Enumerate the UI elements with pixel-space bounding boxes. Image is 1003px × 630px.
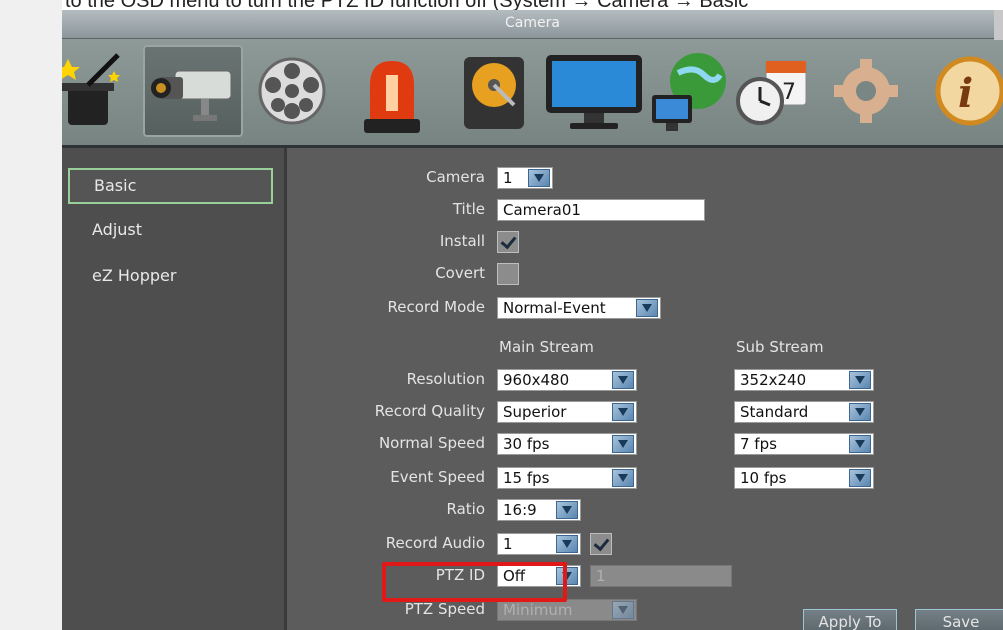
alarm-light-icon[interactable] [350, 45, 434, 137]
resolution-main-value: 960x480 [503, 371, 570, 389]
record-audio-value: 1 [503, 535, 513, 553]
record-audio-checkbox[interactable] [590, 533, 612, 555]
event-speed-main-value: 15 fps [503, 469, 550, 487]
normal-speed-label: Normal Speed [378, 434, 485, 452]
camera-window: Camera 7 i Basic Adjust eZ Hopper Camera… [62, 10, 1003, 630]
chevron-down-icon [849, 469, 871, 487]
main-stream-header: Main Stream [499, 338, 594, 356]
normal-speed-sub-value: 7 fps [740, 435, 777, 453]
record-audio-select[interactable]: 1 [497, 533, 581, 555]
title-input-value: Camera01 [503, 201, 581, 219]
window-title: Camera [505, 15, 560, 31]
title-input[interactable]: Camera01 [497, 199, 705, 221]
chevron-down-icon [612, 403, 634, 421]
ptz-id-number-input: 1 [590, 565, 732, 587]
record-quality-label: Record Quality [374, 402, 485, 420]
apply-to-button[interactable]: Apply To [803, 609, 897, 630]
chevron-down-icon [612, 469, 634, 487]
covert-label: Covert [435, 264, 485, 282]
chevron-down-icon [849, 403, 871, 421]
svg-text:7: 7 [782, 80, 796, 105]
record-mode-value: Normal-Event [503, 299, 606, 317]
normal-speed-main-select[interactable]: 30 fps [497, 433, 637, 455]
ptz-speed-select: Minimum [497, 599, 637, 621]
sidebar-item-basic[interactable]: Basic [68, 168, 273, 204]
title-label: Title [452, 200, 485, 218]
gear-icon[interactable] [824, 45, 908, 137]
hard-disk-icon[interactable] [452, 45, 536, 137]
resolution-sub-select[interactable]: 352x240 [734, 369, 874, 391]
sub-stream-header: Sub Stream [736, 338, 824, 356]
event-speed-sub-value: 10 fps [740, 469, 787, 487]
info-icon[interactable]: i [928, 45, 1003, 137]
event-speed-sub-select[interactable]: 10 fps [734, 467, 874, 489]
camera-select-value: 1 [503, 169, 513, 187]
basic-settings-panel: Camera Title Install Covert Record Mode … [287, 148, 1003, 630]
quality-main-select[interactable]: Superior [497, 401, 637, 423]
ptz-id-highlight-box [382, 562, 567, 602]
chevron-down-icon [849, 435, 871, 453]
normal-speed-sub-select[interactable]: 7 fps [734, 433, 874, 455]
event-speed-main-select[interactable]: 15 fps [497, 467, 637, 489]
chevron-down-icon [556, 501, 578, 519]
install-checkbox[interactable] [497, 231, 519, 253]
chevron-down-icon [612, 371, 634, 389]
record-mode-label: Record Mode [387, 298, 485, 316]
record-mode-select[interactable]: Normal-Event [497, 297, 661, 319]
sidebar-item-ez-hopper[interactable]: eZ Hopper [68, 258, 273, 294]
resolution-main-select[interactable]: 960x480 [497, 369, 637, 391]
covert-checkbox[interactable] [497, 263, 519, 285]
camera-label: Camera [426, 168, 485, 186]
monitor-icon[interactable] [540, 45, 650, 137]
svg-text:i: i [958, 70, 973, 117]
quality-sub-value: Standard [740, 403, 809, 421]
ratio-select[interactable]: 16:9 [497, 499, 581, 521]
page-margin [0, 0, 62, 630]
ptz-speed-label: PTZ Speed [404, 600, 485, 618]
sidebar: Basic Adjust eZ Hopper [62, 148, 287, 630]
install-label: Install [439, 232, 485, 250]
ratio-value: 16:9 [503, 501, 537, 519]
schedule-icon[interactable]: 7 [730, 45, 814, 137]
quality-main-value: Superior [503, 403, 567, 421]
chevron-down-icon [849, 371, 871, 389]
chevron-down-icon [612, 601, 634, 619]
camera-icon[interactable] [143, 45, 243, 137]
record-audio-label: Record Audio [385, 534, 485, 552]
chevron-down-icon [556, 535, 578, 553]
resolution-sub-value: 352x240 [740, 371, 807, 389]
save-button[interactable]: Save [915, 609, 1003, 630]
scrollbar[interactable] [994, 10, 1003, 40]
network-icon[interactable] [644, 45, 734, 137]
quality-sub-select[interactable]: Standard [734, 401, 874, 423]
window-titlebar: Camera [62, 10, 1003, 39]
camera-select[interactable]: 1 [497, 167, 553, 189]
ratio-label: Ratio [446, 500, 485, 518]
chevron-down-icon [528, 169, 550, 187]
wizard-icon[interactable] [62, 45, 132, 137]
sidebar-item-adjust[interactable]: Adjust [68, 212, 273, 248]
chevron-down-icon [636, 299, 658, 317]
chevron-down-icon [612, 435, 634, 453]
normal-speed-main-value: 30 fps [503, 435, 550, 453]
film-reel-icon[interactable] [250, 45, 334, 137]
ptz-id-number-value: 1 [596, 567, 606, 585]
main-toolbar: 7 i [62, 39, 1003, 148]
ptz-speed-value: Minimum [503, 601, 573, 619]
resolution-label: Resolution [406, 370, 485, 388]
event-speed-label: Event Speed [390, 468, 485, 486]
